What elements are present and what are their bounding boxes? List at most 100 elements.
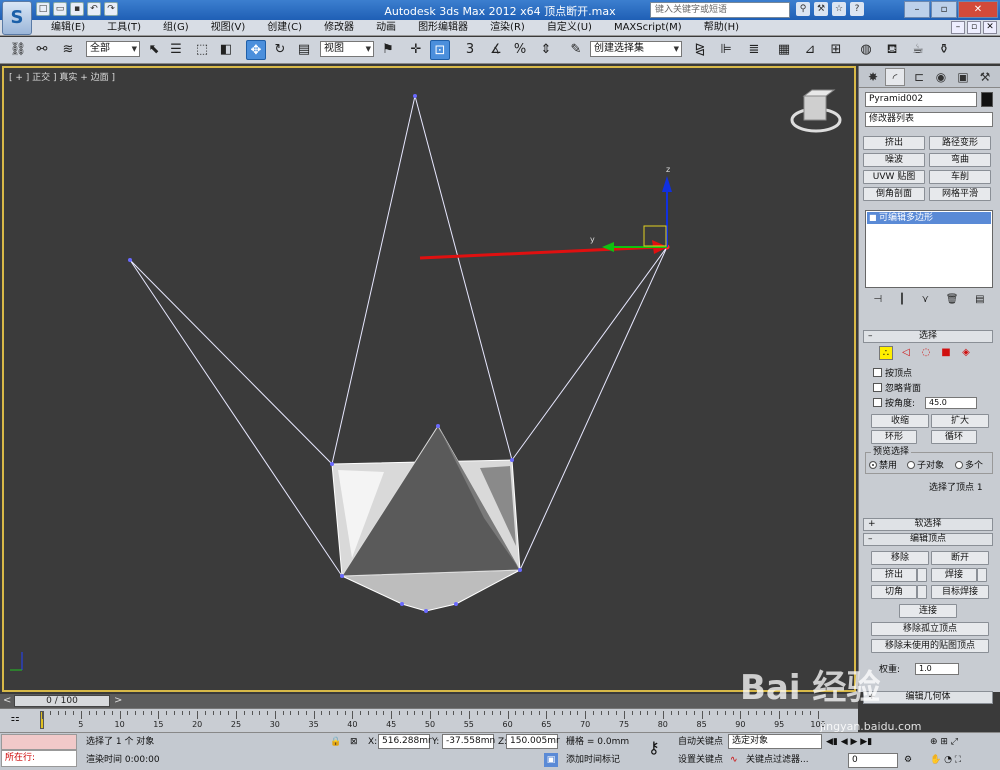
graphite-toggle-icon[interactable]: ▦ [774,40,794,60]
menu-item[interactable]: 图形编辑器 [407,21,479,35]
wrench-icon[interactable]: ⚒ [814,2,828,16]
create-tab-icon[interactable]: ✸ [863,68,883,86]
menu-item[interactable]: 自定义(U) [536,21,603,35]
rect-selection-icon[interactable]: ⬚ [192,40,212,60]
schematic-view-icon[interactable]: ⊞ [826,40,846,60]
pan-icon[interactable]: ✋ ◔ ⛶ [930,753,961,767]
remove-isolated-vertices-button[interactable]: 移除孤立顶点 [871,622,989,636]
time-tag-icon[interactable]: ▣ [544,753,558,767]
prev-frame-icon[interactable]: < [3,694,11,708]
key-selection-dropdown[interactable]: 选定对象 [728,734,822,749]
absolute-mode-icon[interactable]: ⊠ [350,735,358,749]
display-tab-icon[interactable]: ▣ [953,68,973,86]
weld-button[interactable]: 焊接 [931,568,977,582]
pin-stack-icon[interactable]: ⊣ [873,294,882,308]
doc-minimize-button[interactable]: – [951,21,965,34]
snap-toggle-icon[interactable]: 3 [460,40,480,60]
selection-filter-dropdown[interactable]: 全部 [86,41,140,57]
show-end-icon[interactable]: ┃ [899,294,905,308]
ring-button[interactable]: 环形 [871,430,917,444]
weight-spinner[interactable]: 1.0 [915,663,959,675]
menu-item[interactable]: 组(G) [152,21,200,35]
curve-editor-icon[interactable]: ⊿ [800,40,820,60]
remove-modifier-icon[interactable]: 🗑 [946,294,959,308]
remove-button[interactable]: 移除 [871,551,929,565]
object-color-swatch[interactable] [981,92,993,107]
modifier-button[interactable]: 噪波 [863,153,925,167]
minimize-button[interactable]: – [904,1,930,18]
current-frame-field[interactable]: 0 [848,753,898,768]
material-editor-icon[interactable]: ◍ [856,40,876,60]
menu-item[interactable]: MAXScript(M) [603,21,693,35]
next-frame-icon[interactable]: > [114,694,122,708]
menu-item[interactable]: 工具(T) [96,21,152,35]
edit-geometry-rollout-header[interactable]: + 编辑几何体 [863,691,993,704]
ignore-backface-checkbox[interactable]: 忽略背面 [873,383,921,395]
menu-item[interactable]: 动画 [365,21,407,35]
x-coordinate-field[interactable]: 516.288mr [378,734,432,749]
doc-restore-button[interactable]: ▫ [967,21,981,34]
select-by-name-icon[interactable]: ☰ [166,40,186,60]
time-config-icon[interactable]: ⚙ [904,753,912,767]
menu-item[interactable]: 创建(C) [256,21,313,35]
select-object-icon[interactable]: ⬉ [144,40,164,60]
chamfer-button[interactable]: 切角 [871,585,917,599]
modifier-button[interactable]: 弯曲 [929,153,991,167]
grow-button[interactable]: 扩大 [931,414,989,428]
remove-unused-map-vertices-button[interactable]: 移除未使用的贴图顶点 [871,639,989,653]
selection-rollout-header[interactable]: – 选择 [863,330,993,343]
modifier-button[interactable]: 挤出 [863,136,925,150]
binoculars-icon[interactable]: ⚲ [796,2,810,16]
viewcube[interactable] [790,89,842,133]
menu-item[interactable]: 渲染(R) [479,21,536,35]
star-icon[interactable]: ☆ [832,2,846,16]
maxscript-listener[interactable]: 所在行: [1,734,77,768]
modifier-list-dropdown[interactable]: 修改器列表 [865,112,993,127]
window-crossing-icon[interactable]: ◧ [216,40,236,60]
motion-tab-icon[interactable]: ◉ [931,68,951,86]
modifier-button[interactable]: UVW 贴图 [863,170,925,184]
modifier-button[interactable]: 车削 [929,170,991,184]
maxscript-input[interactable] [1,734,77,750]
link-icon[interactable]: ⛓ [8,40,28,60]
app-logo[interactable]: S [2,1,32,35]
render-setup-icon[interactable]: ⛾ [882,40,902,60]
percent-snap-icon[interactable]: % [510,40,530,60]
by-angle-checkbox[interactable]: 按角度: [873,398,915,410]
time-slider-knob[interactable]: 0 / 100 [14,695,110,707]
extrude-button[interactable]: 挤出 [871,568,917,582]
modifier-button[interactable]: 路径变形 [929,136,991,150]
align-icon[interactable]: ⊫ [716,40,736,60]
edge-level-icon[interactable]: ◁ [899,346,913,360]
target-weld-button[interactable]: 目标焊接 [931,585,989,599]
menu-item[interactable]: 修改器 [313,21,365,35]
modify-tab-icon[interactable]: ◜ [885,68,905,86]
lock-selection-icon[interactable]: 🔒 [330,735,341,749]
move-gizmo[interactable]: z y [419,165,672,260]
preview-off-radio[interactable]: 禁用 [869,460,897,472]
perspective-viewport[interactable]: z y [ + ] 正交 ] 真实 + 边面 ] [2,66,856,692]
layer-manager-icon[interactable]: ≣ [744,40,764,60]
doc-close-button[interactable]: ✕ [983,21,997,34]
modifier-button[interactable]: 倒角剖面 [863,187,925,201]
help-icon[interactable]: ? [850,2,864,16]
rendered-frame-icon[interactable]: ☕ [908,40,928,60]
break-button[interactable]: 断开 [931,551,989,565]
keyboard-shortcut-icon[interactable]: ⊡ [430,40,450,60]
edit-named-selection-icon[interactable]: ✎ [566,40,586,60]
menu-item[interactable]: 帮助(H) [693,21,750,35]
named-selection-dropdown[interactable]: 创建选择集 [590,41,682,57]
hierarchy-tab-icon[interactable]: ⊏ [909,68,929,86]
move-icon[interactable]: ✥ [246,40,266,60]
key-filters-button[interactable]: 关键点过滤器... [746,753,809,767]
chamfer-settings-button[interactable] [917,585,927,599]
by-vertex-checkbox[interactable]: 按顶点 [873,368,912,380]
mirror-icon[interactable]: ⧎ [690,40,710,60]
pivot-center-icon[interactable]: ⚑ [378,40,398,60]
shrink-button[interactable]: 收缩 [871,414,929,428]
key-filter-icon[interactable]: ∿ [730,753,738,767]
render-production-icon[interactable]: ⚱ [934,40,954,60]
object-name-field[interactable]: Pyramid002 [865,92,977,107]
polygon-level-icon[interactable]: ■ [939,346,953,360]
spinner-snap-icon[interactable]: ⇕ [536,40,556,60]
